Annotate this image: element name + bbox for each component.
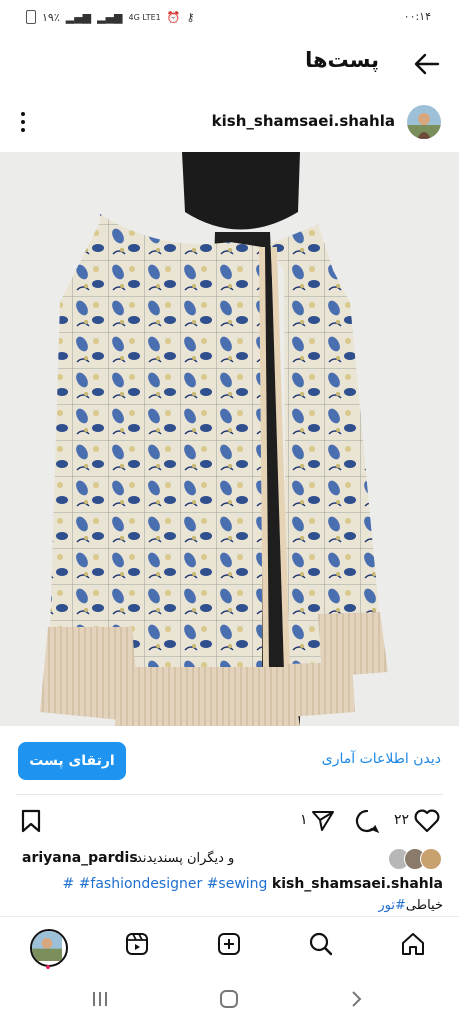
system-nav-bar (0, 976, 459, 1024)
avatar[interactable] (407, 105, 441, 139)
home-icon[interactable] (400, 931, 426, 957)
signal-icon: ▂▄▆ (65, 10, 92, 24)
post-header: kish_shamsaei.shahla (0, 100, 459, 144)
liker-avatars[interactable] (388, 848, 444, 870)
signal-icon-2: ▂▄▆ (97, 10, 123, 24)
boost-post-button[interactable]: ارتقای پست (18, 742, 126, 780)
caption-line-1: # #fashiondesigner #sewing kish_shamsaei… (63, 876, 444, 892)
boost-row: ارتقای پست دیدن اطلاعات آماری (0, 738, 459, 784)
profile-avatar[interactable] (30, 929, 68, 967)
battery-level: ۱۹٪ (42, 10, 60, 24)
battery-icon (26, 10, 36, 24)
post-username[interactable]: kish_shamsaei.shahla (212, 112, 395, 130)
hashtag[interactable]: #تور (378, 898, 406, 913)
caption-text: خیاطی (405, 898, 443, 913)
more-vertical-icon[interactable] (18, 110, 28, 134)
search-icon[interactable] (308, 931, 334, 957)
home-system-icon[interactable] (218, 988, 240, 1010)
status-indicators: ۱۹٪ ▂▄▆ ▂▄▆ 4G LTE1 ⏰ ⚷ (26, 10, 195, 24)
network-type: 4G LTE1 (128, 12, 161, 22)
page-title: پست‌ها (305, 48, 379, 72)
send-icon[interactable] (310, 808, 336, 834)
vpn-key-icon: ⚷ (186, 10, 195, 24)
arrow-left-icon[interactable] (413, 50, 441, 78)
post-image[interactable] (0, 152, 459, 726)
liker-avatar (420, 848, 442, 870)
divider (16, 794, 443, 795)
comment-icon[interactable] (354, 808, 380, 834)
likes-row: ariyana_pardis و دیگران پسندیدند (0, 848, 459, 870)
reels-icon[interactable] (124, 931, 150, 957)
hashtag[interactable]: # (63, 876, 75, 892)
alarm-icon: ⏰ (166, 10, 181, 24)
plus-square-icon[interactable] (216, 931, 242, 957)
liked-by-username[interactable]: ariyana_pardis (22, 850, 138, 866)
view-insights-link[interactable]: دیدن اطلاعات آماری (322, 751, 441, 767)
liked-by-text[interactable]: و دیگران پسندیدند (136, 851, 234, 866)
notification-dot (46, 965, 50, 969)
caption-line-2: خیاطی#تور (378, 898, 443, 913)
share-count: ۱ (300, 812, 308, 828)
recent-apps-icon[interactable] (90, 990, 110, 1008)
hashtag[interactable]: #fashiondesigner (79, 876, 203, 892)
status-time: ۰۰:۱۴ (403, 10, 431, 23)
like-count: ۲۲ (394, 812, 410, 828)
page-header: پست‌ها (0, 40, 459, 88)
post-actions: ۱ ۲۲ (0, 804, 459, 838)
bottom-nav (0, 916, 459, 973)
caption-username[interactable]: kish_shamsaei.shahla (272, 876, 443, 892)
jacket-photo (0, 152, 459, 726)
hashtag[interactable]: #sewing (207, 876, 268, 892)
heart-icon[interactable] (413, 808, 441, 834)
bookmark-icon[interactable] (18, 808, 44, 834)
back-system-icon[interactable] (348, 990, 364, 1008)
status-bar: ۱۹٪ ▂▄▆ ▂▄▆ 4G LTE1 ⏰ ⚷ ۰۰:۱۴ (0, 0, 459, 36)
